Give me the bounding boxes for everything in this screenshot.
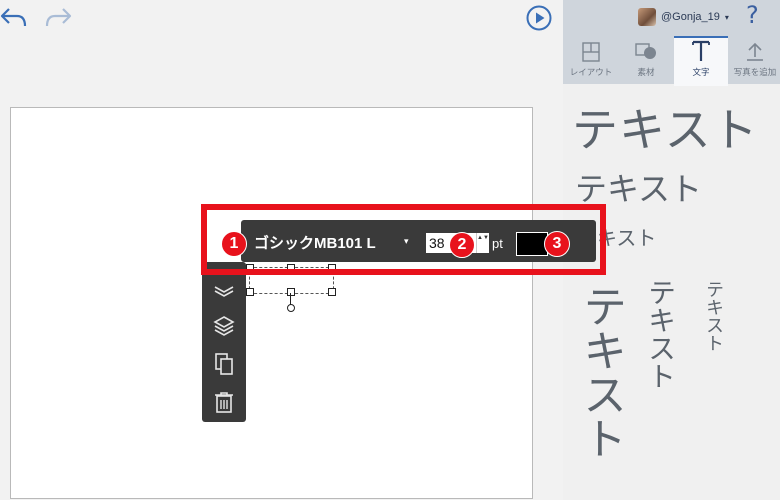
undo-icon[interactable] xyxy=(0,6,28,28)
tab-label: 写真を追加 xyxy=(733,67,777,77)
tab-text[interactable]: 文字 xyxy=(674,36,728,86)
annotation-marker-3: 3 xyxy=(544,231,570,257)
layer-down-icon[interactable] xyxy=(212,278,236,302)
user-menu[interactable]: @Gonja_19 ▾ xyxy=(638,7,729,27)
design-canvas[interactable] xyxy=(10,107,533,499)
duplicate-icon[interactable] xyxy=(212,352,236,376)
chevron-down-icon: ▾ xyxy=(724,12,729,22)
username: @Gonja_19 xyxy=(661,11,720,23)
upload-icon xyxy=(747,42,763,61)
tab-label: 素材 xyxy=(637,67,655,77)
annotation-marker-2: 2 xyxy=(449,232,475,258)
text-sample-large[interactable]: テキスト xyxy=(572,94,759,160)
resize-handle[interactable] xyxy=(246,288,254,296)
play-icon[interactable] xyxy=(526,5,552,31)
redo-icon[interactable] xyxy=(44,6,72,28)
layers-icon[interactable] xyxy=(212,314,236,338)
trash-icon[interactable] xyxy=(212,390,236,414)
annotation-marker-1: 1 xyxy=(221,231,247,257)
rotate-handle[interactable] xyxy=(287,304,295,312)
tab-label: レイアウト xyxy=(569,67,613,77)
material-icon xyxy=(635,43,656,59)
tab-label: 文字 xyxy=(692,67,710,77)
avatar xyxy=(638,8,656,26)
tab-add-photo[interactable]: 写真を追加 xyxy=(728,38,780,84)
text-sample-vertical-small[interactable]: テキスト xyxy=(700,280,726,352)
tab-layout[interactable]: レイアウト xyxy=(564,38,618,84)
text-icon xyxy=(692,40,710,61)
layout-icon xyxy=(582,42,600,62)
tab-material[interactable]: 素材 xyxy=(619,38,673,84)
help-button[interactable]: ? xyxy=(746,1,759,29)
text-sample-vertical-medium[interactable]: テキスト xyxy=(640,278,680,390)
resize-handle[interactable] xyxy=(328,288,336,296)
resize-handle[interactable] xyxy=(287,288,295,296)
text-sample-vertical-large[interactable]: テキスト xyxy=(568,284,632,460)
